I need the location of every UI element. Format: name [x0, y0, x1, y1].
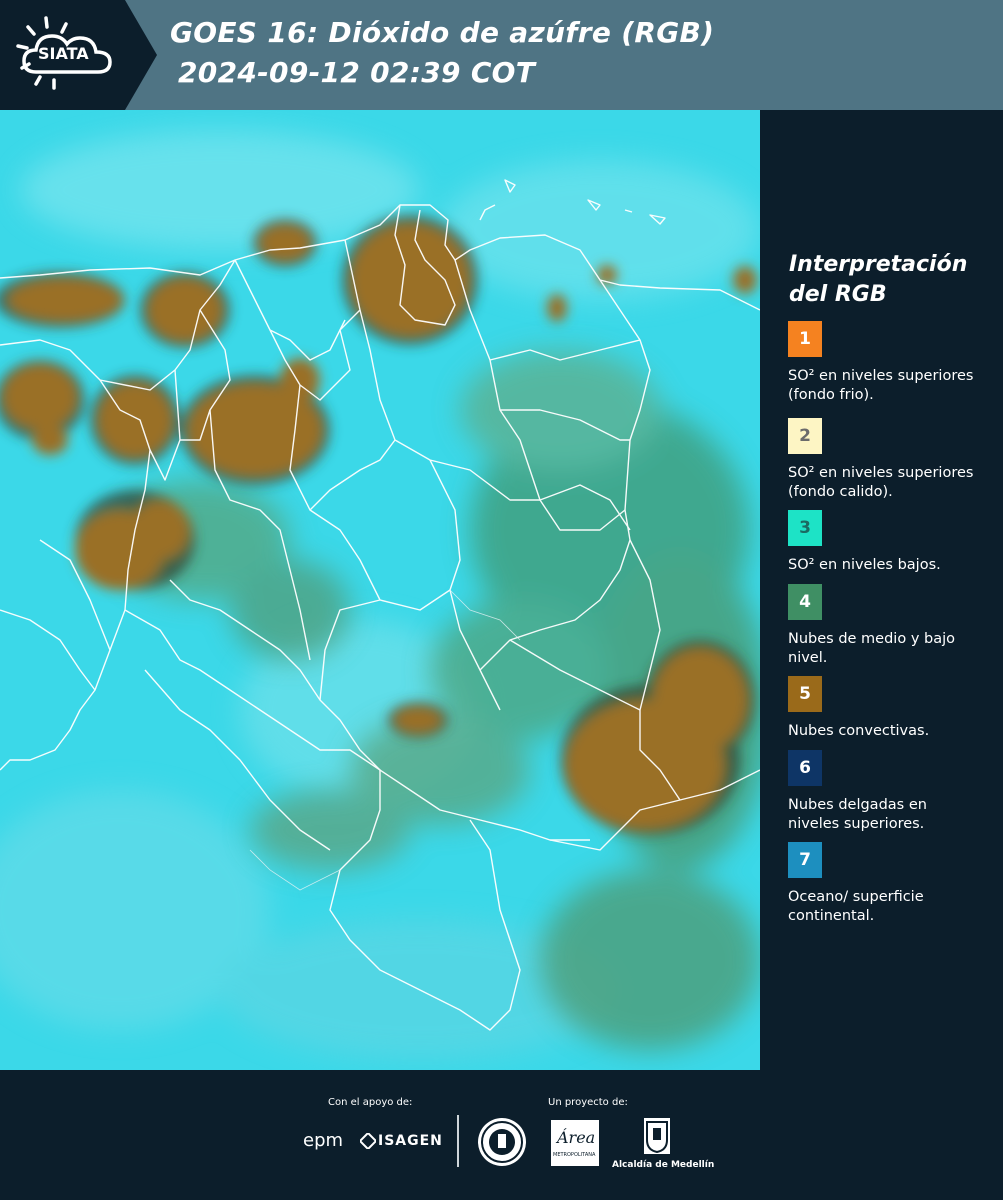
siata-logo-text: SIATA	[38, 44, 89, 63]
area-logo-sub: METROPOLITANA	[553, 1152, 596, 1158]
legend-number-3: 3	[799, 518, 811, 538]
satellite-map	[0, 110, 760, 1070]
legend-label-5: Nubes convectivas.	[788, 723, 930, 739]
siata-logo: SIATA	[0, 0, 125, 110]
legend-item-2: 2 SO² en niveles superiores (fondo calid…	[788, 418, 993, 502]
area-logo-text: Área	[557, 1128, 596, 1147]
support-label: Con el apoyo de:	[328, 1097, 413, 1108]
footer-divider	[457, 1115, 459, 1167]
legend-swatch-3: 3	[788, 510, 822, 546]
legend-item-4: 4 Nubes de medio y bajo nivel.	[788, 584, 993, 668]
timestamp: 2024-09-12 02:39 COT	[178, 56, 536, 89]
rgb-composite-image	[0, 110, 760, 1070]
legend-label-6: Nubes delgadas en niveles superiores.	[788, 797, 927, 832]
legend-swatch-6: 6	[788, 750, 822, 786]
legend-label-7: Oceano/ superficie continental.	[788, 889, 924, 924]
legend-number-7: 7	[799, 850, 811, 870]
legend-label-2: SO² en niveles superiores (fondo calido)…	[788, 465, 974, 500]
legend-item-3: 3 SO² en niveles bajos.	[788, 510, 993, 575]
shield-icon	[646, 1121, 668, 1154]
epm-logo: epm	[303, 1130, 344, 1151]
legend-title: Interpretación del RGB	[789, 252, 968, 307]
legend-number-1: 1	[799, 329, 811, 349]
legend-swatch-2: 2	[788, 418, 822, 454]
medellin-seal-logo	[478, 1118, 526, 1166]
legend-number-2: 2	[799, 426, 811, 446]
area-metropolitana-logo: Área METROPOLITANA	[551, 1120, 599, 1166]
legend-label-4: Nubes de medio y bajo nivel.	[788, 631, 955, 666]
legend-label-3: SO² en niveles bajos.	[788, 557, 941, 573]
legend-number-5: 5	[799, 684, 811, 704]
legend-swatch-5: 5	[788, 676, 822, 712]
header-bar: SIATA GOES 16: Dióxido de azúfre (RGB) 2…	[0, 0, 1003, 110]
isagen-icon	[360, 1133, 376, 1149]
project-label: Un proyecto de:	[548, 1097, 628, 1108]
page-title: GOES 16: Dióxido de azúfre (RGB)	[170, 16, 715, 49]
legend-item-5: 5 Nubes convectivas.	[788, 676, 993, 741]
isagen-logo: ISAGEN	[378, 1133, 443, 1149]
legend-panel: Interpretación del RGB 1 SO² en niveles …	[760, 110, 1003, 1070]
legend-swatch-1: 1	[788, 321, 822, 357]
footer: Con el apoyo de: Un proyecto de: epm ISA…	[0, 1070, 1003, 1200]
logo-arrow	[125, 0, 157, 110]
legend-item-7: 7 Oceano/ superficie continental.	[788, 842, 993, 926]
legend-number-4: 4	[799, 592, 811, 612]
legend-item-6: 6 Nubes delgadas en niveles superiores.	[788, 750, 993, 834]
legend-item-1: 1 SO² en niveles superiores (fondo frio)…	[788, 321, 993, 405]
alcaldia-label: Alcaldía de Medellín	[612, 1160, 715, 1170]
legend-label-1: SO² en niveles superiores (fondo frio).	[788, 368, 974, 403]
seal-icon	[481, 1121, 523, 1163]
alcaldia-shield-logo	[644, 1118, 670, 1154]
legend-swatch-7: 7	[788, 842, 822, 878]
legend-swatch-4: 4	[788, 584, 822, 620]
legend-number-6: 6	[799, 758, 811, 778]
